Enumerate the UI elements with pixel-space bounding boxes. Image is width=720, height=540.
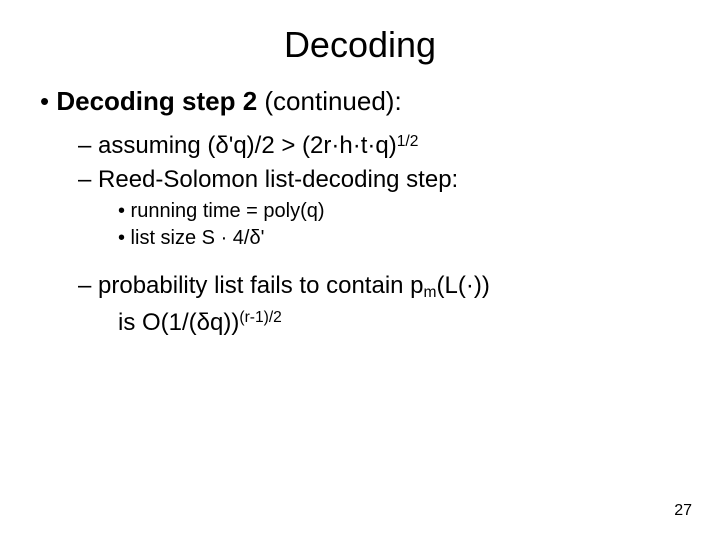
c1-post: (L(·)) [437,272,490,299]
c2-pre: is O(1/( [118,309,197,336]
c1-pre: – probability list fails to contain p [78,272,424,299]
page-number: 27 [674,502,692,520]
level1-item: • Decoding step 2 (continued): [0,86,720,117]
a1-exp: 1/2 [397,133,419,150]
level2-item-probability: – probability list fails to contain pm(L… [0,272,720,304]
a1-mid: 'q)/2 > (2r·h·t·q) [229,132,397,159]
bullet: • [40,86,49,116]
b2-pre: • list size S · 4/ [118,227,249,249]
a1-pre: – assuming ( [78,132,215,159]
level2-item-rs: – Reed-Solomon list-decoding step: [0,166,720,194]
l1-bold: Decoding step 2 [56,86,264,116]
b2-post: ' [261,227,265,249]
delta-icon: δ [197,309,210,336]
l1-text: Decoding step 2 (continued): [56,86,401,116]
l1-rest: (continued): [264,86,401,116]
level2-item-assuming: – assuming (δ'q)/2 > (2r·h·t·q)1/2 [0,131,720,160]
c1-sub: m [424,284,437,301]
level2-item-bigO: is O(1/(δq))(r-1)/2 [0,308,720,337]
delta-icon: δ [249,227,260,249]
c2-exp: (r-1)/2 [239,309,281,326]
level3-item-listsize: • list size S · 4/δ' [0,227,720,250]
delta-icon: δ [215,132,228,159]
slide-title: Decoding [0,0,720,86]
level3-item-runtime: • running time = poly(q) [0,200,720,223]
c2-mid: q)) [210,309,239,336]
